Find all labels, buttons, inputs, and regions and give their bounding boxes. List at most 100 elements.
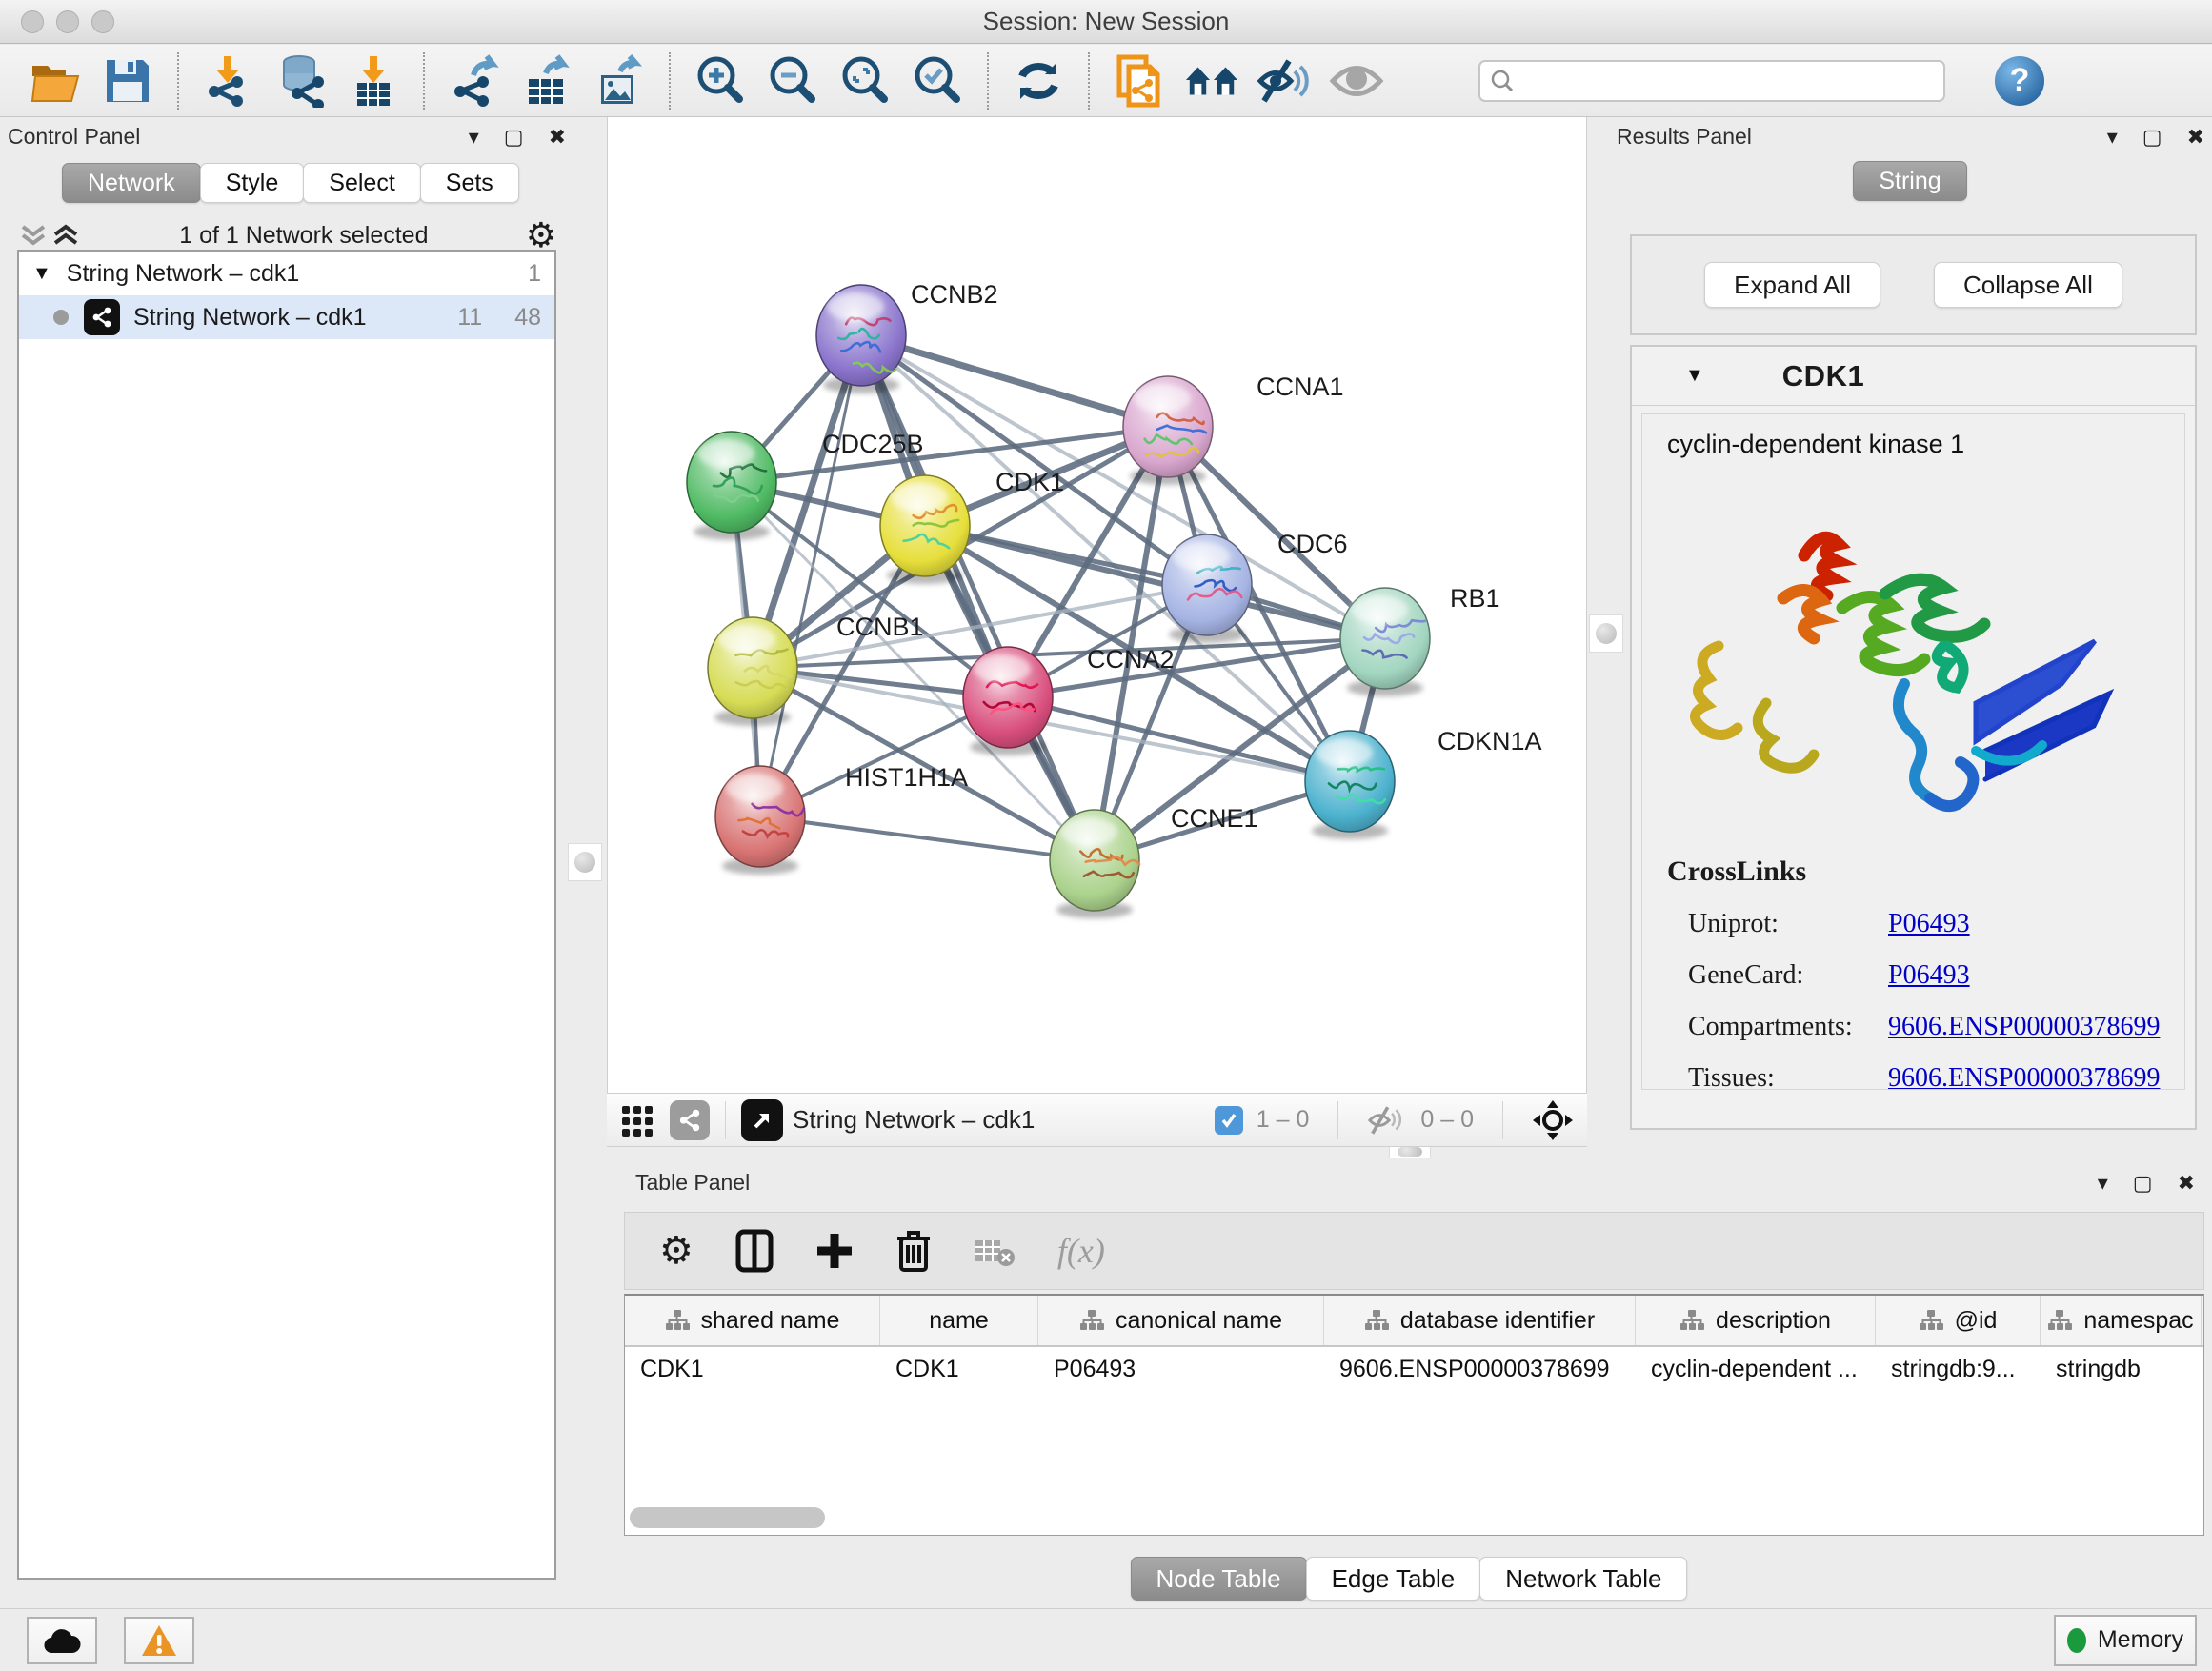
bottom-splitter-handle[interactable] [1389,1145,1431,1158]
network-view-canvas[interactable]: CCNB2CCNA1CDC25BCDK1CDC6RB1CCNB1CCNA2CDK… [607,117,1587,1093]
zoom-out-button[interactable] [765,53,820,109]
table-gear-icon[interactable]: ⚙ [659,1232,694,1270]
column-header-label: name [929,1307,989,1335]
collapse-all-button[interactable]: Collapse All [1934,262,2122,308]
table-panel-close-icon[interactable]: ✖ [2178,1173,2195,1194]
refresh-layout-button[interactable] [1011,53,1066,109]
tab-node-table[interactable]: Node Table [1131,1557,1307,1601]
hscrollbar-thumb[interactable] [630,1507,825,1528]
collection-expander-icon[interactable]: ▼ [32,263,51,285]
gear-icon[interactable]: ⚙ [526,218,556,252]
crosslink-link[interactable]: P06493 [1888,909,1970,939]
table-panel: Table Panel ▾ ▢ ✖ ⚙ f(x) shared namename… [607,1158,2212,1606]
status-bar: Memory [0,1608,2212,1671]
crosslink-link[interactable]: P06493 [1888,960,1970,991]
show-columns-icon[interactable] [735,1229,774,1273]
zoom-fit-button[interactable] [837,53,893,109]
column-header-namespac[interactable]: namespac [2041,1296,2202,1345]
column-header-database-identifier[interactable]: database identifier [1324,1296,1636,1345]
string-network-graph[interactable]: CCNB2CCNA1CDC25BCDK1CDC6RB1CCNB1CCNA2CDK… [608,117,1588,1093]
column-header-description[interactable]: description [1636,1296,1876,1345]
expand-all-button[interactable]: Expand All [1704,262,1880,308]
export-network-button[interactable] [447,53,502,109]
network-node-cdc6[interactable]: CDC6 [1162,530,1348,643]
gene-section-header[interactable]: ▼ CDK1 [1632,347,2195,406]
results-panel-float-icon[interactable]: ▾ [2107,127,2118,148]
network-node-ccne1[interactable]: CCNE1 [1050,804,1258,918]
crosslink-row: GeneCard:P06493 [1667,960,2184,991]
column-header-shared-name[interactable]: shared name [625,1296,880,1345]
table-panel-maximize-icon[interactable]: ▢ [2133,1173,2153,1194]
table-cell[interactable]: cyclin-dependent ... [1636,1347,1876,1391]
import-network-file-button[interactable] [201,53,256,109]
help-button[interactable]: ? [1995,56,2044,106]
control-panel-close-icon[interactable]: ✖ [549,127,566,148]
tab-network[interactable]: Network [62,163,201,203]
import-network-database-button[interactable] [273,53,329,109]
table-cell[interactable]: CDK1 [880,1347,1038,1391]
birdseye-view-icon[interactable] [1532,1099,1574,1141]
toolbar-separator [423,52,425,110]
show-graphics-details-button[interactable] [1329,53,1384,109]
table-row[interactable]: CDK1CDK1P064939606.ENSP00000378699cyclin… [625,1347,2203,1391]
table-cell[interactable]: 9606.ENSP00000378699 [1324,1347,1636,1391]
add-column-icon[interactable] [815,1232,854,1270]
crosslink-link[interactable]: 9606.ENSP00000378699 [1888,1063,2160,1090]
results-panel-close-icon[interactable]: ✖ [2187,127,2204,148]
table-cell[interactable]: stringdb [2041,1347,2202,1391]
toolbar-separator [669,52,671,110]
node-table[interactable]: shared name name canonical namedatabase id… [624,1294,2204,1536]
crosslink-label: Compartments: [1688,1012,1888,1042]
tab-sets[interactable]: Sets [420,163,519,203]
selected-nodes-checkbox[interactable] [1215,1106,1243,1135]
tab-edge-table[interactable]: Edge Table [1306,1557,1481,1601]
network-node-rb1[interactable]: RB1 [1340,584,1500,696]
open-in-window-icon[interactable] [741,1099,783,1141]
network-collection-row[interactable]: ▼ String Network – cdk1 1 [19,252,554,295]
zoom-in-button[interactable] [693,53,748,109]
export-image-button[interactable] [592,53,647,109]
results-panel-maximize-icon[interactable]: ▢ [2142,127,2162,148]
gene-expander-icon[interactable]: ▼ [1685,365,1704,387]
grid-view-icon[interactable] [620,1102,656,1138]
save-session-button[interactable] [100,53,155,109]
zoom-selected-button[interactable] [910,53,965,109]
collapse-all-icon[interactable] [17,221,50,250]
delete-column-icon[interactable] [895,1229,932,1273]
network-node-cdkn1a[interactable]: CDKN1A [1305,727,1542,839]
column-header-label: namespac [2083,1307,2193,1335]
open-session-button[interactable] [28,53,83,109]
table-cell[interactable]: P06493 [1038,1347,1324,1391]
network-row[interactable]: String Network – cdk1 11 48 [19,295,554,339]
cloud-status-button[interactable] [27,1617,97,1664]
column-header-canonical-name[interactable]: canonical name [1038,1296,1324,1345]
hide-graphics-details-button[interactable] [1257,53,1312,109]
column-header-name[interactable]: name [880,1296,1038,1345]
network-node-hist1h1a[interactable]: HIST1H1A [715,763,968,875]
tab-select[interactable]: Select [303,163,420,203]
tab-style[interactable]: Style [200,163,305,203]
table-cell[interactable]: CDK1 [625,1347,880,1391]
table-panel-float-icon[interactable]: ▾ [2098,1173,2108,1194]
export-table-button[interactable] [519,53,574,109]
control-panel-maximize-icon[interactable]: ▢ [504,127,524,148]
import-table-button[interactable] [346,53,401,109]
houses-icon-button[interactable] [1184,53,1239,109]
left-splitter-handle[interactable] [568,843,602,881]
string-view-icon[interactable] [670,1100,710,1140]
column-header--id[interactable]: @id [1876,1296,2041,1345]
warning-status-button[interactable] [124,1617,194,1664]
table-cell[interactable]: stringdb:9... [1876,1347,2041,1391]
clone-network-button[interactable] [1112,53,1167,109]
network-node-cdk1[interactable]: CDK1 [880,468,1064,584]
tab-network-table[interactable]: Network Table [1479,1557,1687,1601]
memory-button[interactable]: Memory [2054,1615,2197,1666]
crosslink-row: Uniprot:P06493 [1667,909,2184,939]
search-input[interactable] [1515,64,1934,98]
network-node-ccna1[interactable]: CCNA1 [1123,372,1344,485]
crosslink-link[interactable]: 9606.ENSP00000378699 [1888,1012,2160,1042]
expand-all-icon[interactable] [50,221,82,250]
control-panel-float-icon[interactable]: ▾ [469,127,479,148]
tab-string[interactable]: String [1853,161,1966,201]
hidden-elements-icon[interactable] [1367,1104,1407,1137]
